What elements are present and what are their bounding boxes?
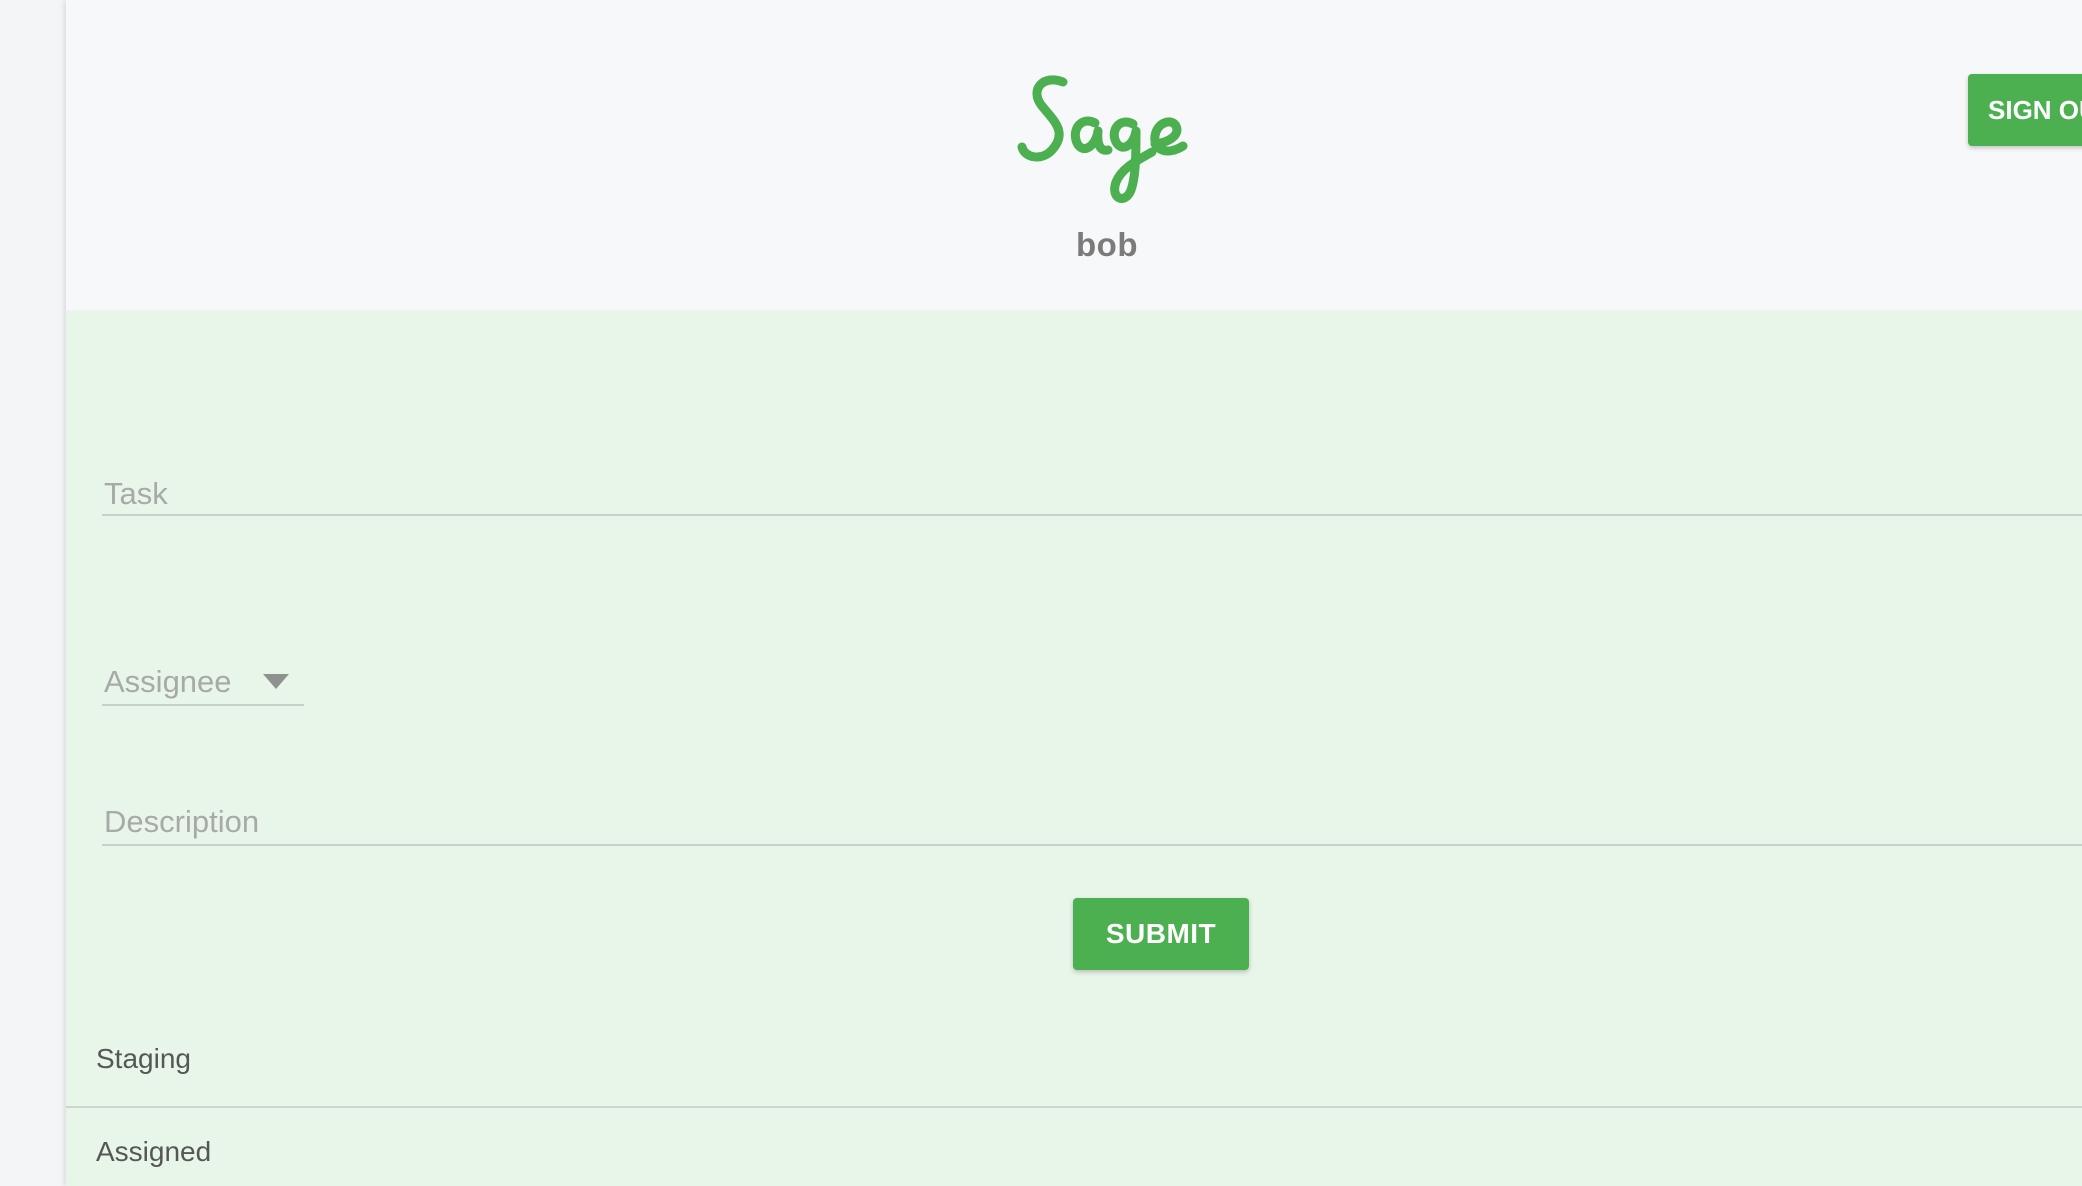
sign-out-button[interactable]: SIGN OUT [1968,74,2082,146]
staging-section-title[interactable]: Staging [96,1043,191,1075]
description-input-underline [102,844,2082,846]
caret-down-icon[interactable] [263,674,289,689]
assignee-select[interactable]: Assignee [104,664,232,700]
submit-button[interactable]: SUBMIT [1073,898,1249,970]
main-panel: bob SIGN OUT Task Assignee Description S… [66,0,2082,1186]
username: bob [1076,226,1138,263]
task-form: Task Assignee Description SUBMIT Staging… [66,310,2082,1186]
description-input[interactable]: Description [104,804,259,840]
header: bob SIGN OUT [66,0,2082,310]
assigned-section-title[interactable]: Assigned [96,1136,211,1168]
left-gutter [0,0,66,1186]
section-divider [66,1106,2082,1108]
task-input[interactable]: Task [104,476,168,512]
assignee-select-underline [102,704,304,706]
task-input-underline [102,514,2082,516]
sage-logo [1017,75,1188,203]
